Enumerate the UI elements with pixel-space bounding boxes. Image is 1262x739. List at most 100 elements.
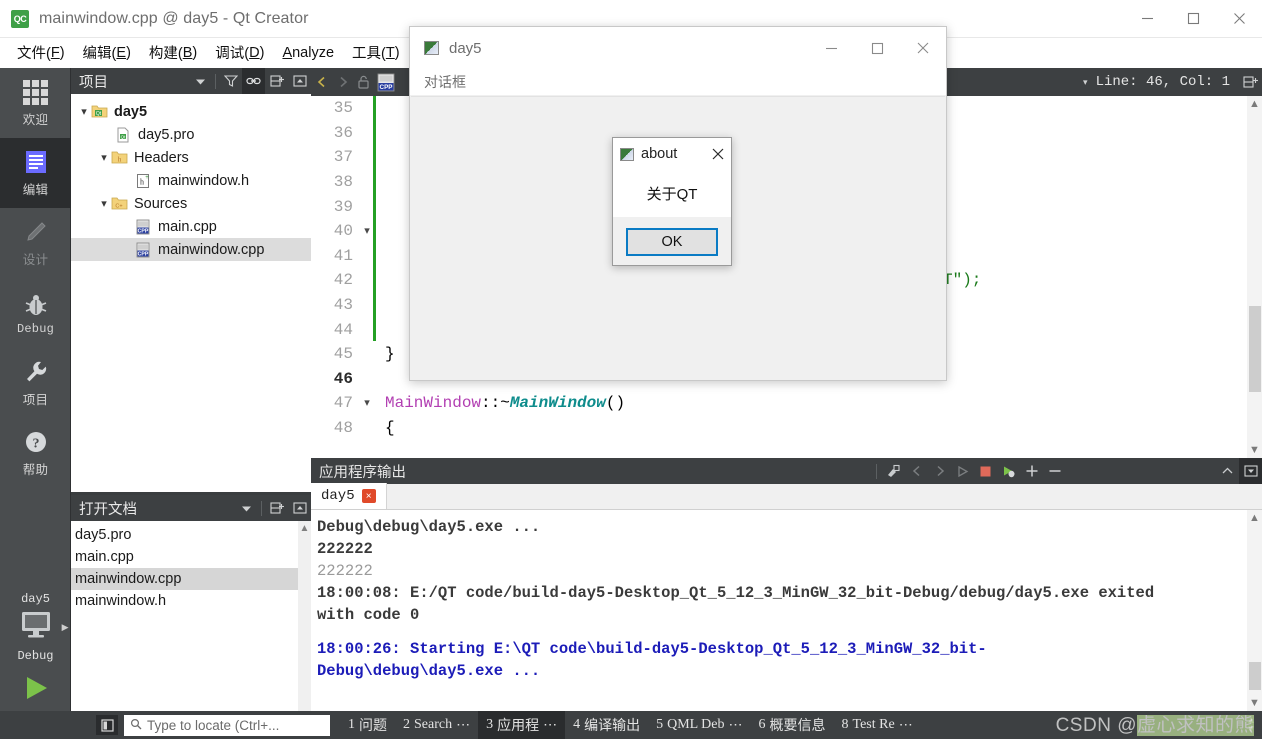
open-documents-scrollbar[interactable]: ▲ bbox=[298, 521, 311, 711]
fold-marker[interactable]: ▾ bbox=[359, 224, 375, 238]
stop-icon[interactable] bbox=[974, 458, 997, 484]
close-icon[interactable] bbox=[900, 27, 946, 69]
menu-analyze-key: A bbox=[282, 44, 293, 61]
close-panel-icon[interactable] bbox=[288, 495, 311, 521]
output-text[interactable]: Debug\debug\day5.exe ... 222222 222222 1… bbox=[311, 510, 1262, 711]
back-arrow-icon[interactable] bbox=[311, 68, 332, 96]
split-icon[interactable] bbox=[265, 495, 288, 521]
clear-output-icon[interactable] bbox=[882, 458, 905, 484]
run-button[interactable] bbox=[14, 673, 58, 703]
output-tab-day5[interactable]: day5 × bbox=[311, 483, 387, 509]
scroll-down-icon[interactable]: ▼ bbox=[1247, 697, 1262, 709]
status-tab-label: 问题 bbox=[359, 719, 387, 734]
mode-projects-label: 项目 bbox=[22, 393, 49, 407]
unlocked-icon[interactable] bbox=[353, 68, 374, 96]
mode-design[interactable]: 设计 bbox=[0, 208, 71, 278]
maximize-icon[interactable] bbox=[854, 27, 900, 69]
status-tab-general-messages[interactable]: 6 概要信息 bbox=[751, 711, 834, 739]
status-tab-compile-output[interactable]: 4 编译输出 bbox=[565, 711, 648, 739]
zoom-out-icon[interactable] bbox=[1043, 458, 1066, 484]
document-item-main-cpp[interactable]: main.cpp bbox=[71, 546, 311, 568]
status-tab-number: 4 bbox=[573, 717, 581, 732]
document-item-mainwindow-cpp[interactable]: mainwindow.cpp bbox=[71, 568, 311, 590]
tree-item-main-cpp[interactable]: CPP main.cpp bbox=[71, 215, 311, 238]
mode-help[interactable]: ? 帮助 bbox=[0, 418, 71, 488]
scroll-up-icon[interactable]: ▲ bbox=[1247, 98, 1262, 110]
output-line: 18:00:26: Starting E:\QT code\build-day5… bbox=[317, 640, 987, 658]
editor-scroll-thumb[interactable] bbox=[1249, 306, 1261, 392]
status-bar: Type to locate (Ctrl+... 1 问题 2 Search ⋯… bbox=[0, 711, 1262, 739]
close-icon[interactable]: × bbox=[361, 489, 376, 503]
about-dialog[interactable]: about 关于QT OK bbox=[612, 137, 732, 266]
tree-item-day5[interactable]: ▾ Qt day5 bbox=[71, 100, 311, 123]
fold-marker[interactable]: ▾ bbox=[359, 396, 375, 410]
status-tab-test-results[interactable]: 8 Test Re ⋯ bbox=[834, 711, 921, 739]
code-parens: () bbox=[605, 394, 626, 413]
chevron-down-icon[interactable]: ▾ bbox=[97, 151, 111, 164]
menu-tools[interactable]: 工具(T) bbox=[343, 38, 409, 68]
minimize-icon[interactable] bbox=[1124, 0, 1170, 38]
attach-debugger-icon[interactable] bbox=[997, 458, 1020, 484]
mode-edit[interactable]: 编辑 bbox=[0, 138, 71, 208]
filter-icon[interactable] bbox=[219, 68, 242, 94]
menu-file[interactable]: 文件(F) bbox=[8, 38, 74, 68]
mode-debug[interactable]: Debug bbox=[0, 278, 71, 348]
link-icon[interactable] bbox=[242, 68, 265, 94]
kit-expand-arrow-icon[interactable]: ▶ bbox=[62, 622, 69, 633]
desktop-monitor-icon[interactable]: ▶ bbox=[16, 610, 69, 645]
pane-size-controls[interactable]: ▲ ▼ bbox=[1246, 716, 1262, 735]
close-icon[interactable] bbox=[1216, 0, 1262, 38]
split-editor-icon[interactable] bbox=[1238, 68, 1262, 96]
mode-projects[interactable]: 项目 bbox=[0, 348, 71, 418]
split-icon[interactable] bbox=[265, 68, 288, 94]
ok-button[interactable]: OK bbox=[626, 227, 718, 256]
menu-analyze[interactable]: Analyze bbox=[273, 38, 343, 68]
document-item-day5-pro[interactable]: day5.pro bbox=[71, 524, 311, 546]
maximize-icon[interactable] bbox=[1170, 0, 1216, 38]
forward-arrow-icon[interactable] bbox=[332, 68, 353, 96]
minimize-icon[interactable] bbox=[808, 27, 854, 69]
maximize-pane-icon[interactable] bbox=[1239, 458, 1262, 484]
run-icon[interactable] bbox=[951, 458, 974, 484]
scroll-down-icon[interactable]: ▼ bbox=[1247, 444, 1262, 456]
chevron-down-icon[interactable]: ▾ bbox=[1083, 77, 1088, 88]
chevron-down-icon[interactable]: ▾ bbox=[77, 105, 91, 118]
document-label: main.cpp bbox=[75, 549, 134, 565]
scroll-up-icon[interactable]: ▲ bbox=[298, 523, 311, 534]
menu-build[interactable]: 构建(B) bbox=[140, 38, 206, 68]
collapse-icon[interactable] bbox=[1216, 458, 1239, 484]
status-tab-search[interactable]: 2 Search ⋯ bbox=[395, 711, 478, 739]
prev-item-icon[interactable] bbox=[905, 458, 928, 484]
next-item-icon[interactable] bbox=[928, 458, 951, 484]
tree-item-sources[interactable]: ▾ C+ Sources bbox=[71, 192, 311, 215]
output-scrollbar[interactable]: ▲ ▼ bbox=[1247, 510, 1262, 711]
menu-edit[interactable]: 编辑(E) bbox=[74, 38, 140, 68]
mode-welcome[interactable]: 欢迎 bbox=[0, 68, 71, 138]
search-icon bbox=[130, 718, 142, 733]
line-col-indicator[interactable]: Line: 46, Col: 1 bbox=[1096, 74, 1238, 90]
status-tab-issues[interactable]: 1 问题 bbox=[340, 711, 395, 739]
search-input[interactable]: Type to locate (Ctrl+... bbox=[124, 714, 330, 736]
output-scroll-thumb[interactable] bbox=[1249, 662, 1261, 690]
menu-edit-pre: 编辑( bbox=[82, 46, 117, 62]
tree-item-mainwindow-cpp[interactable]: CPP mainwindow.cpp bbox=[71, 238, 311, 261]
kit-build-config: Debug bbox=[17, 649, 54, 663]
headers-folder-icon: h bbox=[111, 150, 128, 165]
tree-item-headers[interactable]: ▾ h Headers bbox=[71, 146, 311, 169]
chevron-down-icon[interactable] bbox=[189, 68, 212, 94]
menu-debug[interactable]: 调试(D) bbox=[206, 38, 273, 68]
pane-expand-icon[interactable]: ▼ bbox=[1246, 725, 1256, 735]
close-panel-icon[interactable] bbox=[288, 68, 311, 94]
tree-item-mainwindow-h[interactable]: h + mainwindow.h bbox=[71, 169, 311, 192]
locator-icon[interactable] bbox=[96, 715, 118, 735]
chevron-down-icon[interactable] bbox=[235, 495, 258, 521]
status-tab-application-output[interactable]: 3 应用程 ⋯ bbox=[478, 711, 566, 739]
zoom-in-icon[interactable] bbox=[1020, 458, 1043, 484]
chevron-down-icon[interactable]: ▾ bbox=[97, 197, 111, 210]
tree-item-day5-pro[interactable]: Qt day5.pro bbox=[71, 123, 311, 146]
status-tab-qml-debugger[interactable]: 5 QML Deb ⋯ bbox=[648, 711, 750, 739]
document-item-mainwindow-h[interactable]: mainwindow.h bbox=[71, 590, 311, 612]
close-icon[interactable] bbox=[705, 138, 731, 170]
scroll-up-icon[interactable]: ▲ bbox=[1247, 512, 1262, 524]
editor-scrollbar[interactable]: ▲ ▼ bbox=[1247, 96, 1262, 458]
